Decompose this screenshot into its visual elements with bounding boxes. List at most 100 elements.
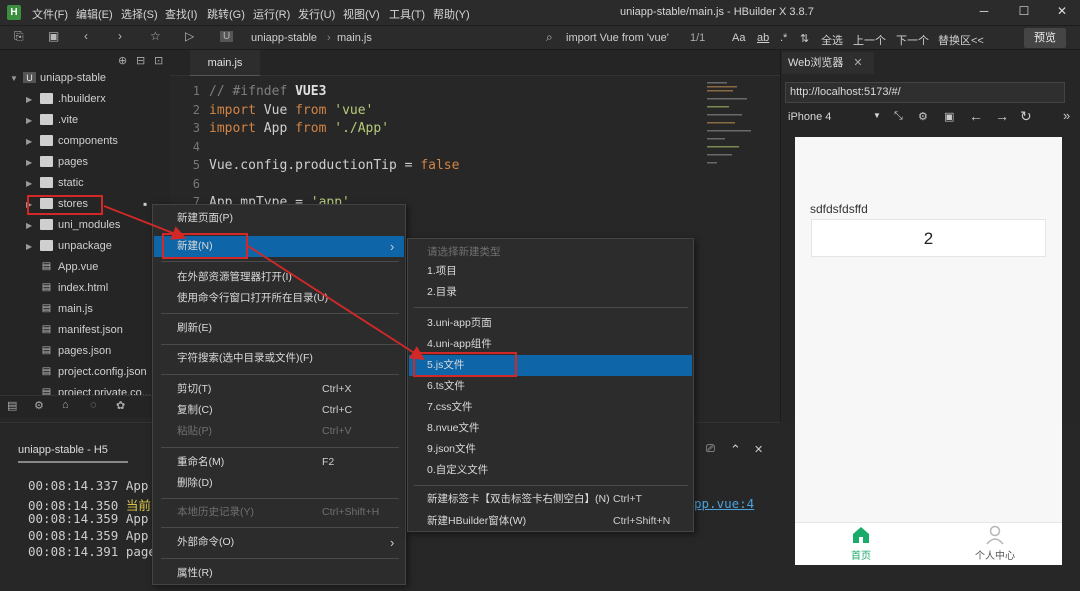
tree-item[interactable]: ▤ App.vue [0, 257, 170, 278]
home-icon[interactable] [851, 526, 871, 544]
forward-arrow-icon[interactable]: → [995, 108, 1009, 124]
run-icon[interactable]: ▷ [185, 29, 194, 43]
menu-find[interactable]: 查找(I) [165, 6, 197, 22]
minimize-icon[interactable]: ─ [974, 4, 994, 18]
context-menu-item[interactable]: 复制(C) Ctrl+C [154, 400, 404, 421]
context-menu-item[interactable]: 外部命令(O) › [154, 532, 404, 553]
replace-toggle-button[interactable]: 替换区<< [938, 32, 984, 48]
submenu-item[interactable]: 3.uni-app页面 [409, 313, 692, 334]
tree-root[interactable]: ▼ U uniapp-stable [0, 68, 170, 89]
back-icon[interactable]: ‹ [84, 29, 88, 43]
plugin-icon[interactable]: ⚙ [34, 399, 44, 412]
close-tab-icon[interactable]: ✕ [853, 57, 862, 69]
settings-icon[interactable]: ✿ [116, 399, 125, 412]
tree-item[interactable]: ▤ pages.json [0, 341, 170, 362]
devtools-icon[interactable]: ▣ [944, 110, 954, 123]
star-icon[interactable]: ☆ [150, 29, 161, 43]
git-icon[interactable]: ◌ [90, 399, 97, 411]
tab-main-js[interactable]: main.js [190, 50, 260, 76]
menu-file[interactable]: 文件(F) [32, 6, 68, 22]
tab-user-label[interactable]: 个人中心 [975, 547, 1015, 562]
tree-item[interactable]: ▶ .hbuilderx [0, 89, 170, 110]
breadcrumb-project[interactable]: uniapp-stable [251, 32, 317, 44]
url-input[interactable]: http://localhost:5173/#/ [785, 82, 1065, 103]
gear-icon[interactable]: ⚙ [918, 110, 928, 123]
forward-icon[interactable]: › [118, 29, 122, 43]
menu-edit[interactable]: 编辑(E) [76, 6, 113, 22]
submenu-item[interactable]: 6.ts文件 [409, 376, 692, 397]
tree-item[interactable]: ▤ manifest.json [0, 320, 170, 341]
find-prev-button[interactable]: 上一个 [853, 32, 886, 48]
code-line[interactable]: import Vue from 'vue' [209, 103, 373, 118]
menu-view[interactable]: 视图(V) [343, 6, 380, 22]
refresh-icon[interactable]: ↻ [1020, 108, 1032, 125]
minimap[interactable] [705, 80, 775, 180]
submenu-item[interactable]: 新建HBuilder窗体(W) Ctrl+Shift+N [409, 511, 692, 532]
submenu-item[interactable]: 新建标签卡【双击标签卡右侧空白】(N) Ctrl+T [409, 489, 692, 510]
browser-tab[interactable]: Web浏览器 ✕ [782, 52, 874, 74]
maximize-icon[interactable]: ☐ [1014, 4, 1034, 18]
collapse-icon[interactable]: ⊡ [154, 54, 163, 67]
device-select[interactable]: iPhone 4 ▼ [785, 109, 883, 127]
split-icon[interactable]: ⊟ [136, 54, 145, 67]
tree-item[interactable]: ▶ static [0, 173, 170, 194]
submenu-item[interactable]: 1.项目 [409, 261, 692, 282]
preview-button[interactable]: 预览 [1024, 28, 1066, 48]
user-icon[interactable] [986, 525, 1004, 545]
submenu-item[interactable]: 9.json文件 [409, 439, 692, 460]
case-icon[interactable]: ⇅ [800, 32, 809, 45]
find-next-button[interactable]: 下一个 [896, 32, 929, 48]
screenshot-icon[interactable]: ⤡ [894, 110, 903, 123]
context-menu-item[interactable]: 使用命令行窗口打开所在目录(U) [154, 288, 404, 309]
tree-item[interactable]: ▶ components [0, 131, 170, 152]
console-close-icon[interactable]: ✕ [754, 443, 763, 456]
more-icon[interactable]: » [1063, 108, 1070, 123]
console-clear-icon[interactable]: ⎚ [706, 443, 715, 456]
console-link[interactable]: pp.vue:4 [694, 496, 754, 511]
tab-home-label[interactable]: 首页 [851, 547, 871, 562]
tree-item[interactable]: ▤ main.js [0, 299, 170, 320]
menu-run[interactable]: 运行(R) [253, 6, 290, 22]
tree-item[interactable]: ▶ pages [0, 152, 170, 173]
submenu-item[interactable]: 2.目录 [409, 282, 692, 303]
context-menu-item[interactable]: 属性(R) [154, 563, 404, 584]
context-menu-item[interactable]: 新建页面(P) [154, 208, 404, 229]
menu-tools[interactable]: 工具(T) [389, 6, 425, 22]
submenu-item[interactable]: 0.自定义文件 [409, 460, 692, 481]
tree-item[interactable]: ▶ .vite [0, 110, 170, 131]
menu-goto[interactable]: 跳转(G) [207, 6, 245, 22]
context-menu-item[interactable]: 剪切(T) Ctrl+X [154, 379, 404, 400]
submenu-item[interactable]: 8.nvue文件 [409, 418, 692, 439]
submenu-item[interactable]: 7.css文件 [409, 397, 692, 418]
back-arrow-icon[interactable]: ← [969, 108, 983, 124]
whole-word-toggle[interactable]: ab [757, 32, 769, 44]
context-menu-item[interactable]: 字符搜索(选中目录或文件)(F) [154, 348, 404, 369]
breadcrumb-file[interactable]: main.js [337, 32, 372, 44]
select-all-button[interactable]: 全选 [821, 32, 843, 48]
menu-help[interactable]: 帮助(Y) [433, 6, 470, 22]
console-tab[interactable]: uniapp-stable - H5 [18, 444, 108, 456]
folder-icon[interactable]: ▤ [7, 399, 17, 412]
code-line[interactable]: Vue.config.productionTip = false [209, 158, 459, 173]
close-icon[interactable]: ✕ [1052, 4, 1072, 18]
menu-publish[interactable]: 发行(U) [298, 6, 335, 22]
tree-item[interactable]: ▶ uni_modules [0, 215, 170, 236]
context-menu-item[interactable]: 重命名(M) F2 [154, 452, 404, 473]
counter-box[interactable]: 2 [811, 219, 1046, 257]
match-case-toggle[interactable]: Aa [732, 32, 745, 44]
context-menu-item[interactable]: 在外部资源管理器打开(I) [154, 267, 404, 288]
chevron-up-icon[interactable]: ⌃ [730, 442, 741, 458]
outline-icon[interactable]: ⌂ [62, 399, 69, 411]
tree-item[interactable]: ▤ project.config.json [0, 362, 170, 383]
search-input[interactable]: import Vue from 'vue' [566, 32, 669, 44]
context-menu-item[interactable]: 刷新(E) [154, 318, 404, 339]
locate-icon[interactable]: ⊕ [118, 54, 127, 67]
tree-item[interactable]: ▤ index.html [0, 278, 170, 299]
tree-item[interactable]: ▶ unpackage [0, 236, 170, 257]
regex-toggle[interactable]: .* [780, 32, 787, 44]
context-menu-item[interactable]: 删除(D) [154, 473, 404, 494]
code-line[interactable]: import App from './App' [209, 121, 389, 136]
code-line[interactable]: // #ifndef VUE3 [209, 84, 326, 99]
menu-select[interactable]: 选择(S) [121, 6, 158, 22]
new-file-icon[interactable]: ⎘ [14, 29, 24, 44]
